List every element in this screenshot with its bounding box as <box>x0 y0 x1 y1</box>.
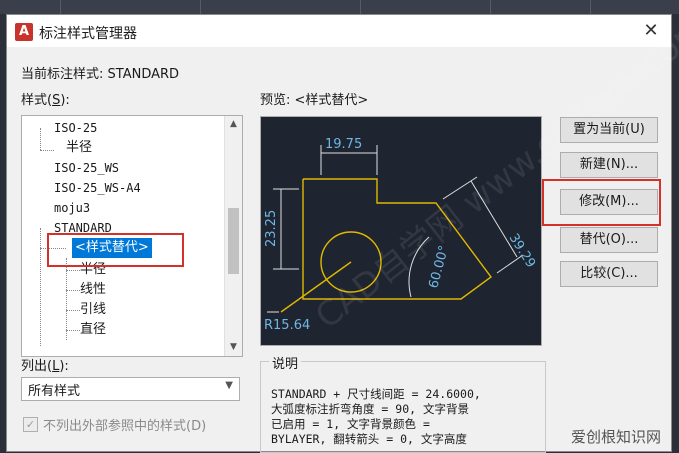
autocad-app-icon: A <box>15 23 33 41</box>
corner-watermark: 爱创根知识网 <box>570 428 661 446</box>
toolbar-segment <box>60 0 201 14</box>
toolbar-segment <box>200 0 361 14</box>
scroll-thumb[interactable] <box>228 208 239 274</box>
dim-left-text: 23.25 <box>264 210 279 247</box>
preview-label: 预览: <样式替代> <box>260 93 369 108</box>
styles-label-text: 样式( <box>21 93 53 108</box>
list-item[interactable]: 线性 <box>80 280 106 300</box>
scroll-down-arrow-icon[interactable]: ▼ <box>225 339 242 356</box>
tree-connector <box>66 270 80 271</box>
styles-label-suffix: ): <box>60 93 70 108</box>
xref-checkbox[interactable]: ✓ <box>23 417 38 432</box>
styles-scrollbar[interactable]: ▲ ▼ <box>224 116 242 356</box>
close-button[interactable]: ✕ <box>631 15 671 47</box>
list-item[interactable]: ISO-25_WS <box>54 158 119 178</box>
window-title: 标注样式管理器 <box>39 26 137 42</box>
override-button[interactable]: 替代(O)... <box>560 227 658 253</box>
list-item[interactable]: 半径 <box>66 138 92 158</box>
tree-connector <box>66 330 80 331</box>
dim-radius-text: R15.64 <box>264 318 310 333</box>
set-current-button[interactable]: 置为当前(U) <box>560 117 658 143</box>
description-text: STANDARD + 尺寸线间距 = 24.6000, 大弧度标注折弯角度 = … <box>271 387 481 446</box>
chevron-down-icon: ▼ <box>225 380 233 391</box>
preview-pane: 19.75 23.25 39.29 60.00° R15.64 <box>260 116 542 346</box>
xref-checkbox-label: 不列出外部参照中的样式(D) <box>43 419 207 434</box>
description-label: 说明 <box>269 353 302 372</box>
list-item[interactable]: moju3 <box>54 198 90 218</box>
styles-list-label: 样式(S): <box>21 89 70 108</box>
ext-line <box>442 176 478 200</box>
dimension-style-manager-dialog: A 标注样式管理器 ✕ 当前标注样式: STANDARD 样式(S): ISO-… <box>6 7 679 453</box>
list-item[interactable]: ISO-25_WS-A4 <box>54 178 141 198</box>
list-item[interactable]: 引线 <box>80 300 106 320</box>
tree-connector <box>66 310 80 311</box>
compare-button[interactable]: 比较(C)... <box>560 261 658 287</box>
preview-drawing: 19.75 23.25 39.29 60.00° R15.64 <box>264 137 538 333</box>
background-toolbar-strip <box>0 0 679 14</box>
highlight-box-modify <box>542 179 661 226</box>
list-item[interactable]: ISO-25 <box>54 118 97 138</box>
angle-arc <box>408 236 430 298</box>
list-filter-value: 所有样式 <box>28 384 81 399</box>
title-bar: A 标注样式管理器 ✕ <box>7 15 671 47</box>
list-label-suffix: ): <box>59 359 69 374</box>
tree-connector <box>66 290 80 291</box>
list-filter-label: 列出(L): <box>21 355 69 374</box>
new-style-button[interactable]: 新建(N)... <box>560 152 658 178</box>
dim-angle-text: 60.00° <box>426 244 452 290</box>
tree-connector <box>40 150 54 151</box>
highlight-box-override <box>47 233 184 267</box>
list-item[interactable]: 直径 <box>80 320 106 340</box>
tree-connector <box>40 228 41 346</box>
list-label-text: 列出( <box>21 359 53 374</box>
dim-top-text: 19.75 <box>325 137 362 152</box>
toolbar-segment <box>490 0 591 14</box>
dim-diag-text: 39.29 <box>506 231 538 271</box>
list-filter-select[interactable]: 所有样式 ▼ <box>21 377 240 401</box>
scroll-up-arrow-icon[interactable]: ▲ <box>225 116 242 133</box>
tree-connector <box>40 128 41 150</box>
toolbar-segment <box>0 0 61 14</box>
toolbar-segment <box>360 0 491 14</box>
current-style-label: 当前标注样式: STANDARD <box>21 67 180 82</box>
